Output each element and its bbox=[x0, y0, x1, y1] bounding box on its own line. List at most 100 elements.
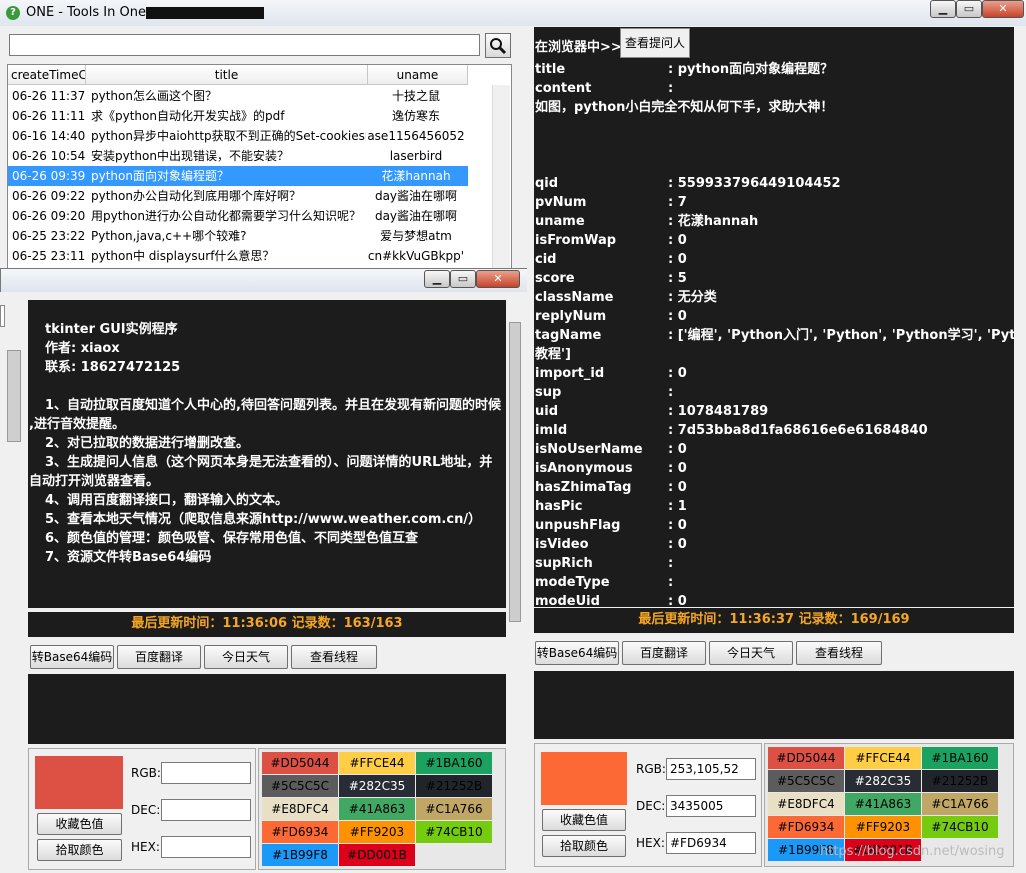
left-weather-button[interactable]: 今日天气 bbox=[204, 645, 288, 669]
about-line: 3、生成提问人信息（这个网页本身是无法查看的）、问题详情的URL地址，并 bbox=[45, 455, 493, 470]
cell-title: python异步中aiohttp获取不到正确的Set-cookies的 bbox=[91, 129, 366, 143]
right-color-swatch[interactable]: #21252B bbox=[922, 770, 998, 792]
left-color-swatch[interactable]: #1B99F8 bbox=[262, 844, 338, 866]
right-hex-field[interactable]: #FD6934 bbox=[666, 832, 756, 854]
left-color-swatch[interactable]: #21252B bbox=[416, 775, 492, 797]
left-color-swatch[interactable]: #DD001B bbox=[339, 844, 415, 866]
left-threads-button[interactable]: 查看线程 bbox=[291, 645, 377, 669]
right-base64-button[interactable]: 转Base64编码 bbox=[535, 641, 619, 665]
right-color-swatch[interactable]: #282C35 bbox=[845, 770, 921, 792]
detail-scrollbar[interactable] bbox=[1015, 27, 1026, 633]
right-color-swatch[interactable]: #C1A766 bbox=[922, 793, 998, 815]
left-rgb-field[interactable] bbox=[161, 762, 251, 784]
table-row[interactable]: 06-26 09:39 python面向对象编程题？ 花漾hannah bbox=[8, 166, 468, 186]
right-color-swatch[interactable]: #FD6934 bbox=[768, 816, 844, 838]
view-asker-button[interactable]: 查看提问人 bbox=[620, 28, 690, 58]
left-color-swatch[interactable]: #FD6934 bbox=[262, 821, 338, 843]
right-color-swatch[interactable]: #FFCE44 bbox=[845, 747, 921, 769]
detail-value: : 0 bbox=[668, 442, 687, 457]
table-row[interactable]: 06-26 09:22 python办公自动化到底用哪个库好啊？ day酱油在哪啊 bbox=[8, 186, 468, 206]
secondary-minimize-button[interactable]: ▁ bbox=[424, 270, 450, 288]
cell-title: python怎么画这个图？ bbox=[91, 89, 217, 103]
left-color-swatch[interactable]: #C1A766 bbox=[416, 798, 492, 820]
left-color-swatch[interactable]: #1BA160 bbox=[416, 752, 492, 774]
detail-key: className bbox=[535, 290, 614, 305]
right-pick-color-button[interactable]: 拾取颜色 bbox=[542, 835, 626, 857]
search-input[interactable] bbox=[9, 34, 480, 56]
detail-key: replyNum bbox=[535, 309, 607, 324]
left-rgb-label: RGB: bbox=[131, 766, 161, 780]
left-save-color-button[interactable]: 收藏色值 bbox=[37, 813, 122, 835]
detail-value: : 0 bbox=[668, 366, 687, 381]
redacted-block bbox=[146, 7, 264, 19]
about-line: 6、颜色值的管理：颜色吸管、保存常用色值、不同类型色值互查 bbox=[45, 531, 419, 546]
cell-title: 安装python中出现错误，不能安装？ bbox=[91, 149, 289, 163]
right-color-swatch[interactable]: #FF9203 bbox=[845, 816, 921, 838]
console-scrollbar[interactable] bbox=[1015, 671, 1026, 739]
table-row[interactable]: 06-26 11:37 python怎么画这个图？ 十技之鼠 bbox=[8, 86, 468, 106]
left-console-scrollbar[interactable] bbox=[507, 674, 521, 744]
maximize-button[interactable]: ▭ bbox=[956, 0, 982, 18]
left-color-swatch[interactable]: #282C35 bbox=[339, 775, 415, 797]
detail-value: : 559933796449104452 bbox=[668, 176, 841, 191]
cell-uname: cn#kkVuGBkpp' bbox=[367, 249, 465, 263]
detail-row: isVideo: 0 bbox=[534, 535, 1014, 554]
table-row[interactable]: 06-25 23:11 python中 displaysurf什么意思？ cn#kk… bbox=[8, 246, 468, 266]
left-color-swatch[interactable]: #41A863 bbox=[339, 798, 415, 820]
detail-value: : 0 bbox=[668, 461, 687, 476]
secondary-maximize-button[interactable]: ▭ bbox=[450, 270, 476, 288]
left-color-swatch[interactable]: #FFCE44 bbox=[339, 752, 415, 774]
search-button[interactable] bbox=[485, 33, 511, 58]
table-row[interactable]: 06-25 23:22 Python,java,c++哪个较难? 爱与梦想atm bbox=[8, 226, 468, 246]
table-scrollbar[interactable] bbox=[492, 85, 510, 273]
minimize-button[interactable]: ▁ bbox=[930, 0, 956, 18]
right-translate-button[interactable]: 百度翻译 bbox=[622, 641, 706, 665]
app-question-icon: ? bbox=[6, 6, 20, 20]
about-scroll-thumb[interactable] bbox=[509, 322, 521, 622]
left-color-swatch[interactable]: #FF9203 bbox=[339, 821, 415, 843]
left-color-swatch[interactable]: #DD5044 bbox=[262, 752, 338, 774]
left-scroll-thumb[interactable] bbox=[7, 350, 21, 442]
right-color-swatch[interactable]: #41A863 bbox=[845, 793, 921, 815]
right-threads-button[interactable]: 查看线程 bbox=[796, 641, 882, 665]
column-header-uname[interactable]: uname bbox=[368, 65, 468, 85]
left-hex-field[interactable] bbox=[161, 836, 251, 858]
detail-key: imId bbox=[535, 423, 568, 438]
right-color-swatch[interactable]: #5C5C5C bbox=[768, 770, 844, 792]
detail-value: : 花漾hannah bbox=[668, 214, 759, 229]
table-row[interactable]: 06-16 14:40 python异步中aiohttp获取不到正确的Set-co… bbox=[8, 126, 468, 146]
hidden-input-edge[interactable] bbox=[0, 305, 5, 327]
about-line: 作者: xiaox bbox=[45, 341, 120, 356]
right-color-swatch[interactable]: #E8DFC4 bbox=[768, 793, 844, 815]
cell-uname: day酱油在哪啊 bbox=[374, 189, 458, 203]
right-weather-button[interactable]: 今日天气 bbox=[709, 641, 793, 665]
left-translate-button[interactable]: 百度翻译 bbox=[117, 645, 201, 669]
right-color-swatch[interactable]: #DD5044 bbox=[768, 747, 844, 769]
detail-row: className: 无分类 bbox=[534, 288, 1014, 307]
right-rgb-field[interactable]: 253,105,52 bbox=[666, 758, 756, 780]
right-save-color-button[interactable]: 收藏色值 bbox=[542, 809, 626, 831]
table-row[interactable]: 06-26 10:54 安装python中出现错误，不能安装？ laserbird bbox=[8, 146, 468, 166]
left-base64-button[interactable]: 转Base64编码 bbox=[30, 645, 114, 669]
left-pick-color-button[interactable]: 拾取颜色 bbox=[37, 839, 122, 861]
detail-key: cid bbox=[535, 252, 557, 267]
table-row[interactable]: 06-26 11:11 求《python自动化开发实战》的pdf 逸仿寒东 bbox=[8, 106, 468, 126]
detail-value: 教程'] bbox=[535, 347, 571, 362]
close-button[interactable]: ✕ bbox=[982, 0, 1024, 18]
right-output-console[interactable] bbox=[534, 671, 1014, 739]
left-color-swatch[interactable]: #E8DFC4 bbox=[262, 798, 338, 820]
right-color-swatch[interactable]: #1BA160 bbox=[922, 747, 998, 769]
column-header-title[interactable]: title bbox=[86, 65, 368, 85]
left-color-swatch[interactable]: #5C5C5C bbox=[262, 775, 338, 797]
secondary-close-button[interactable]: ✕ bbox=[476, 270, 520, 288]
hex-label: HEX: bbox=[636, 836, 665, 850]
left-output-console[interactable] bbox=[28, 674, 506, 744]
table-row[interactable]: 06-26 09:20 用python进行办公自动化都需要学习什么知识呢？ day酱… bbox=[8, 206, 468, 226]
column-header-createtime[interactable]: createTimeC bbox=[8, 65, 86, 85]
right-color-swatch[interactable]: #74CB10 bbox=[922, 816, 998, 838]
left-color-swatch[interactable]: #74CB10 bbox=[416, 821, 492, 843]
left-swatch-scrollbar[interactable] bbox=[507, 748, 521, 870]
left-dec-field[interactable] bbox=[161, 799, 251, 821]
right-dec-field[interactable]: 3435005 bbox=[666, 795, 756, 817]
detail-value: : 1078481789 bbox=[668, 404, 769, 419]
